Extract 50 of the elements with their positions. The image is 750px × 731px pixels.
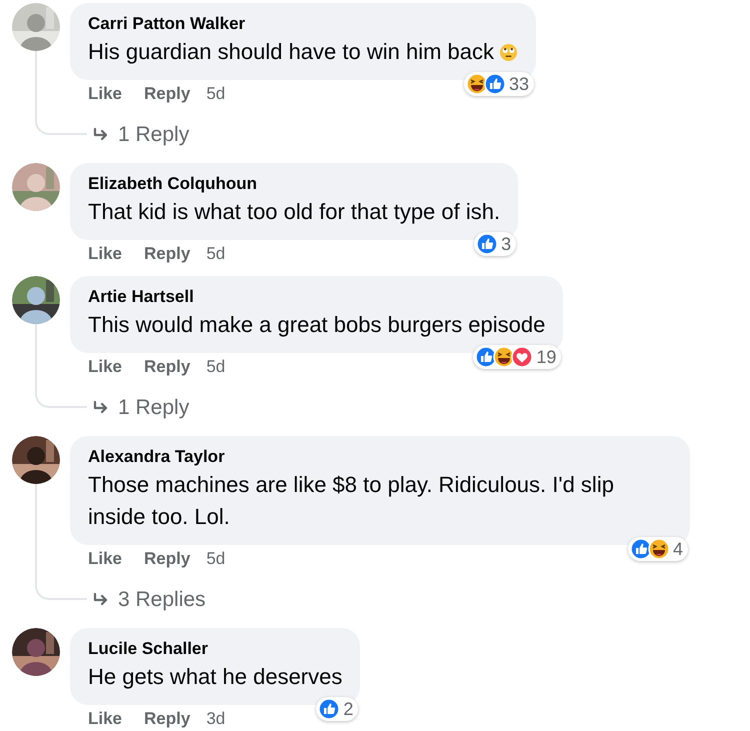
comment-text: That kid is what too old for that type of ish. [88,198,500,226]
like-link[interactable]: Like [88,546,122,572]
laughing-face-icon [493,346,516,368]
reaction-badge[interactable]: 33 [464,72,534,96]
comment-text: Those machines are like $8 to play. Ridiculous. I'd slip inside too. Lol. [88,471,615,531]
author-name[interactable]: Alexandra Taylor [88,445,225,469]
thumbs-up-icon [318,698,340,720]
comment-text: He gets what he deserves [88,663,342,691]
author-name[interactable]: Artie Hartsell [88,285,194,309]
laughing-face-icon [466,73,488,95]
thumbs-up-icon [475,346,498,368]
reaction-count: 19 [536,346,556,368]
view-replies-link[interactable]: 1 Reply [70,115,536,155]
reaction-count: 2 [343,698,354,720]
timestamp[interactable]: 3d [206,706,226,731]
reaction-count: 4 [672,538,683,560]
timestamp[interactable]: 5d [206,81,226,107]
view-replies-link[interactable]: 1 Reply [70,388,564,428]
reply-link[interactable]: Reply [144,81,190,107]
reaction-badge[interactable]: 19 [473,345,562,369]
timestamp[interactable]: 5d [206,241,226,267]
reply-link[interactable]: Reply [144,546,190,572]
like-link[interactable]: Like [88,354,122,380]
like-link[interactable]: Like [88,706,122,731]
thumbs-up-icon [484,73,506,95]
reply-arrow-icon [92,592,110,608]
author-name[interactable]: Elizabeth Colquhoun [88,172,258,196]
author-name[interactable]: Carri Patton Walker [88,12,246,36]
reaction-badge[interactable]: 4 [628,537,688,561]
timestamp[interactable]: 5d [206,354,226,380]
view-replies-link[interactable]: 3 Replies [70,580,690,620]
comment-text: His guardian should have to win him back [88,36,518,68]
reaction-count: 3 [501,233,512,255]
author-name[interactable]: Lucile Schaller [88,637,208,661]
comment-text: This would make a great bobs burgers episode [88,311,546,339]
reply-arrow-icon [92,127,110,143]
like-link[interactable]: Like [88,81,122,107]
face-icon [499,43,518,62]
reply-link[interactable]: Reply [144,241,190,267]
like-link[interactable]: Like [88,241,122,267]
thumbs-up-icon [630,538,652,560]
reaction-badge[interactable]: 2 [316,697,358,721]
reply-link[interactable]: Reply [144,354,190,380]
timestamp[interactable]: 5d [206,546,226,572]
thumbs-up-icon [476,233,498,255]
reply-link[interactable]: Reply [144,706,190,731]
reaction-badge[interactable]: 3 [474,232,516,256]
reaction-count: 33 [508,73,530,95]
laughing-face-icon [648,538,670,560]
reply-arrow-icon [92,400,110,416]
